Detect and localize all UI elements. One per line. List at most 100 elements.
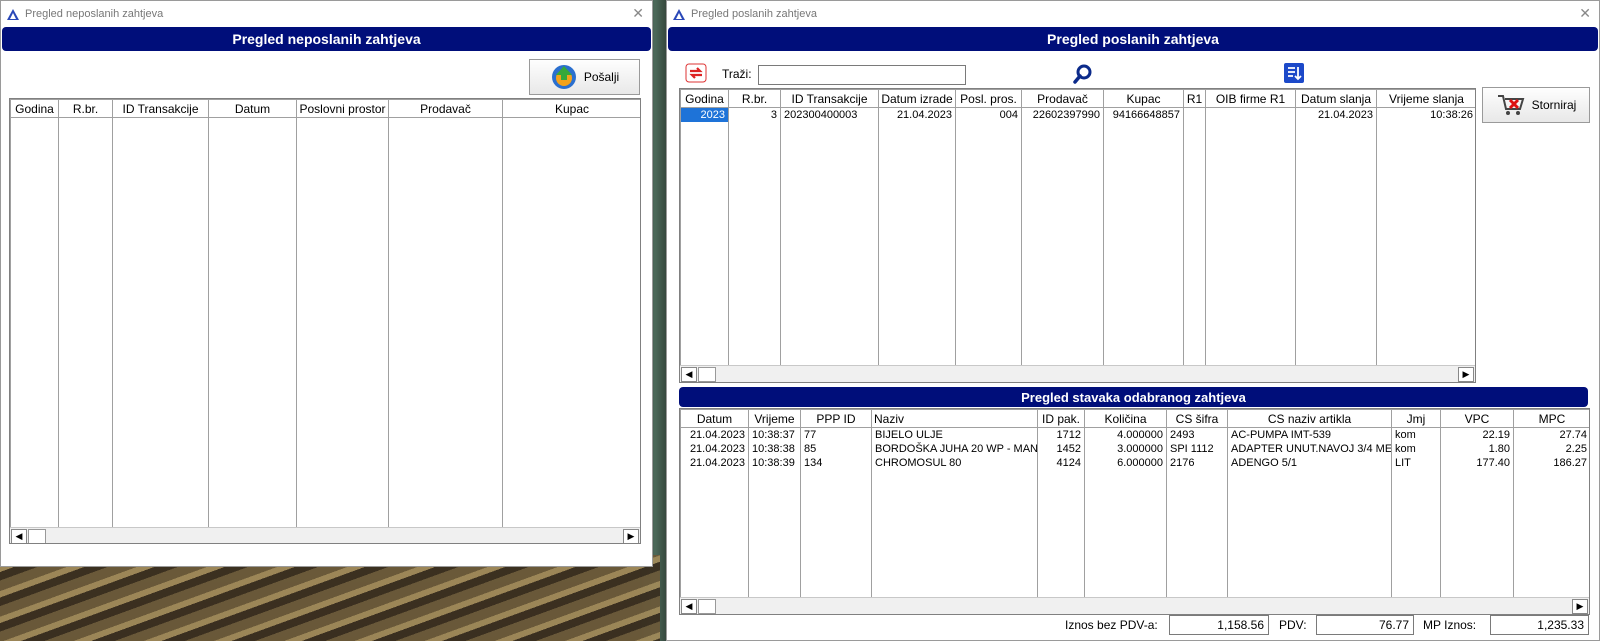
sent-requests-header: Pregled poslanih zahtjeva <box>668 27 1598 51</box>
send-button[interactable]: Pošalji <box>529 59 640 95</box>
vat-field: 76.77 <box>1316 615 1414 635</box>
col-header-vrijeme[interactable]: Vrijeme <box>748 409 801 428</box>
scroll-right-icon[interactable]: ▶ <box>1458 367 1474 382</box>
cell-kolicina: 6.000000 <box>1084 456 1167 470</box>
col-header-datum-izrade[interactable]: Datum izrade <box>878 89 956 108</box>
gross-amount-field: 1,235.33 <box>1490 615 1589 635</box>
cell-ppp-id: 77 <box>800 427 872 442</box>
scroll-left-icon[interactable]: ◀ <box>11 529 27 543</box>
cell-cs-sifra: SPI 1112 <box>1166 442 1228 456</box>
col-header-poslovni-prostor[interactable]: Poslovni prostor <box>296 99 389 118</box>
close-icon[interactable]: ✕ <box>632 5 644 22</box>
cell-vpc: 1.80 <box>1440 442 1514 456</box>
cell-mpc: 27.74 <box>1513 427 1589 442</box>
net-amount-field: 1,158.56 <box>1169 615 1269 635</box>
search-label: Traži: <box>722 67 752 81</box>
col-header-ppp-id[interactable]: PPP ID <box>800 409 872 428</box>
col-header-id-transakcije[interactable]: ID Transakcije <box>780 89 879 108</box>
net-amount-label: Iznos bez PDV-a: <box>1065 618 1158 632</box>
cell-vrijeme: 10:38:38 <box>748 442 801 456</box>
col-header-datum-slanja[interactable]: Datum slanja <box>1295 89 1377 108</box>
cell-kolicina: 4.000000 <box>1084 427 1167 442</box>
col-header-jmj[interactable]: Jmj <box>1391 409 1441 428</box>
sent-window-title: Pregled poslanih zahtjeva <box>691 8 817 20</box>
cell-cs-naziv-artikla: AC-PUMPA IMT-539 <box>1227 427 1392 442</box>
unsent-grid-hscrollbar[interactable]: ◀ ▶ <box>10 527 640 543</box>
cell-vrijeme: 10:38:39 <box>748 456 801 470</box>
items-grid-hscrollbar[interactable]: ◀ ▶ <box>680 597 1589 614</box>
sent-requests-window: Pregled poslanih zahtjeva ✕ Pregled posl… <box>666 0 1600 641</box>
refresh-icon[interactable] <box>685 63 707 83</box>
cell-r1 <box>1183 107 1206 122</box>
search-input[interactable] <box>758 65 966 85</box>
scroll-thumb[interactable] <box>698 367 716 382</box>
cell-mpc: 186.27 <box>1513 456 1589 470</box>
cell-cs-sifra: 2176 <box>1166 456 1228 470</box>
col-header-prodavac[interactable]: Prodavač <box>388 99 503 118</box>
sent-grid-hscrollbar[interactable]: ◀ ▶ <box>680 365 1475 382</box>
cell-datum: 21.04.2023 <box>680 456 749 470</box>
scroll-left-icon[interactable]: ◀ <box>681 599 697 614</box>
sort-icon[interactable] <box>1283 62 1305 84</box>
cell-prodavac: 22602397990 <box>1021 107 1104 122</box>
scroll-thumb[interactable] <box>28 529 46 543</box>
col-header-kupac[interactable]: Kupac <box>1103 89 1184 108</box>
cell-vrijeme-slanja: 10:38:26 <box>1376 107 1475 122</box>
app-logo-icon <box>7 8 19 20</box>
cell-cs-sifra: 2493 <box>1166 427 1228 442</box>
col-header-datum[interactable]: Datum <box>680 409 749 428</box>
cell-jmj: LIT <box>1391 456 1441 470</box>
col-header-godina[interactable]: Godina <box>680 89 729 108</box>
unsent-window-titlebar[interactable]: Pregled neposlanih zahtjeva ✕ <box>1 1 652 27</box>
items-header: Pregled stavaka odabranog zahtjeva <box>679 387 1588 407</box>
col-header-godina[interactable]: Godina <box>10 99 59 118</box>
cell-datum-izrade: 21.04.2023 <box>878 107 956 122</box>
table-row[interactable]: 21.04.2023 10:38:39 134 CHROMOSUL 80 412… <box>680 456 1589 470</box>
col-header-mpc[interactable]: MPC <box>1513 409 1589 428</box>
scroll-right-icon[interactable]: ▶ <box>623 529 639 543</box>
cell-id-pak: 1712 <box>1037 427 1085 442</box>
col-header-cs-naziv-artikla[interactable]: CS naziv artikla <box>1227 409 1392 428</box>
search-icon[interactable] <box>1072 63 1094 85</box>
cell-jmj: kom <box>1391 427 1441 442</box>
items-grid[interactable]: Datum Vrijeme PPP ID Naziv ID pak. Količ… <box>679 408 1590 615</box>
col-header-vrijeme-slanja[interactable]: Vrijeme slanja <box>1376 89 1475 108</box>
storno-button[interactable]: Storniraj <box>1482 87 1590 123</box>
sent-requests-grid[interactable]: Godina R.br. ID Transakcije Datum izrade… <box>679 88 1476 383</box>
unsent-requests-grid[interactable]: Godina R.br. ID Transakcije Datum Poslov… <box>9 98 641 544</box>
scroll-thumb[interactable] <box>698 599 716 614</box>
col-header-id-transakcije[interactable]: ID Transakcije <box>112 99 209 118</box>
col-header-rbr[interactable]: R.br. <box>58 99 113 118</box>
desktop-background-rocks <box>0 555 660 641</box>
cell-cs-naziv-artikla: ADENGO 5/1 <box>1227 456 1392 470</box>
unsent-requests-table: Godina R.br. ID Transakcije Datum Poslov… <box>10 99 640 527</box>
col-header-naziv[interactable]: Naziv <box>871 409 1038 428</box>
cell-vpc: 177.40 <box>1440 456 1514 470</box>
cell-jmj: kom <box>1391 442 1441 456</box>
col-header-oib-firme-r1[interactable]: OIB firme R1 <box>1205 89 1296 108</box>
col-header-cs-sifra[interactable]: CS šifra <box>1166 409 1228 428</box>
col-header-vpc[interactable]: VPC <box>1440 409 1514 428</box>
col-header-r1[interactable]: R1 <box>1183 89 1206 108</box>
col-header-rbr[interactable]: R.br. <box>728 89 781 108</box>
scroll-left-icon[interactable]: ◀ <box>681 367 697 382</box>
col-header-prodavac[interactable]: Prodavač <box>1021 89 1104 108</box>
table-row[interactable]: 2023 3 202300400003 21.04.2023 004 22602… <box>680 107 1475 122</box>
col-header-posl-pros[interactable]: Posl. pros. <box>955 89 1022 108</box>
table-row[interactable]: 21.04.2023 10:38:37 77 BIJELO ULJE 1712 … <box>680 427 1589 442</box>
cell-godina: 2023 <box>680 107 729 122</box>
col-header-kolicina[interactable]: Količina <box>1084 409 1167 428</box>
scroll-right-icon[interactable]: ▶ <box>1572 599 1588 614</box>
close-icon[interactable]: ✕ <box>1579 5 1591 22</box>
sent-requests-table: Godina R.br. ID Transakcije Datum izrade… <box>680 89 1475 366</box>
cell-id-transakcije: 202300400003 <box>780 107 879 122</box>
unsent-requests-header: Pregled neposlanih zahtjeva <box>2 27 651 51</box>
col-header-datum[interactable]: Datum <box>208 99 297 118</box>
app-logo-icon <box>673 8 685 20</box>
cell-kupac: 94166648857 <box>1103 107 1184 122</box>
col-header-kupac[interactable]: Kupac <box>502 99 640 118</box>
table-row[interactable]: 21.04.2023 10:38:38 85 BORDOŠKA JUHA 20 … <box>680 442 1589 456</box>
cart-cancel-icon <box>1497 95 1525 115</box>
sent-window-titlebar[interactable]: Pregled poslanih zahtjeva ✕ <box>667 1 1599 27</box>
col-header-id-pak[interactable]: ID pak. <box>1037 409 1085 428</box>
